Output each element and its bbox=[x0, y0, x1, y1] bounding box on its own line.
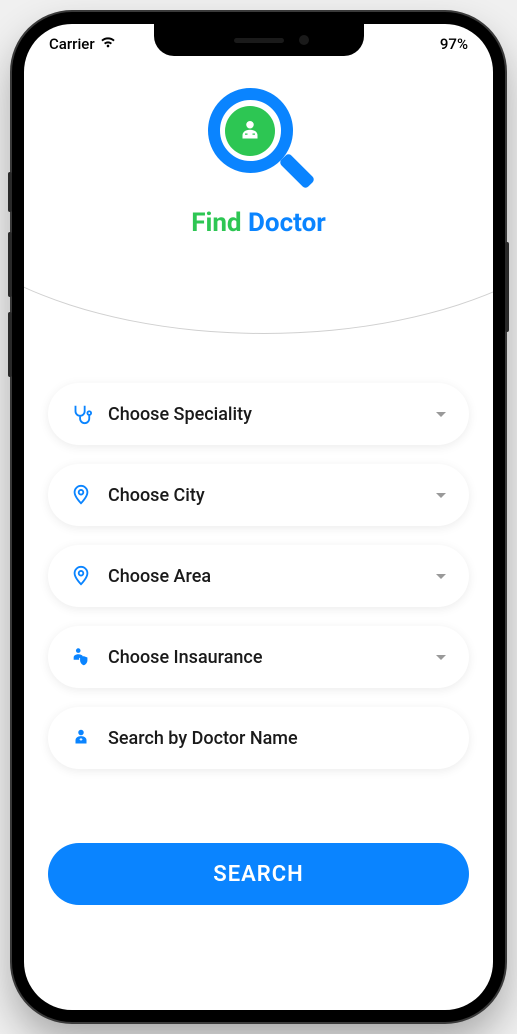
insurance-shield-icon bbox=[70, 646, 92, 668]
doctor-person-icon bbox=[70, 727, 92, 749]
battery-label: 97% bbox=[440, 35, 468, 53]
wifi-icon bbox=[100, 34, 116, 54]
search-form: Choose Speciality Choose City bbox=[48, 383, 469, 905]
chevron-down-icon bbox=[435, 648, 447, 667]
speciality-label: Choose Speciality bbox=[108, 404, 435, 425]
logo-word-doctor: Doctor bbox=[248, 208, 326, 238]
area-label: Choose Area bbox=[108, 566, 435, 587]
phone-side-button bbox=[8, 232, 12, 297]
doctor-name-label: Search by Doctor Name bbox=[108, 728, 447, 749]
chevron-down-icon bbox=[435, 567, 447, 586]
chevron-down-icon bbox=[435, 486, 447, 505]
location-pin-icon bbox=[70, 565, 92, 587]
search-button[interactable]: SEARCH bbox=[48, 843, 469, 905]
chevron-down-icon bbox=[435, 405, 447, 424]
phone-side-button bbox=[505, 242, 509, 332]
logo-section: Find Doctor bbox=[48, 86, 469, 238]
carrier-label: Carrier bbox=[49, 35, 95, 53]
stethoscope-icon bbox=[70, 403, 92, 425]
location-pin-icon bbox=[70, 484, 92, 506]
phone-side-button bbox=[8, 172, 12, 212]
logo-word-find: Find bbox=[191, 208, 241, 238]
area-dropdown[interactable]: Choose Area bbox=[48, 545, 469, 607]
search-doctor-logo-icon bbox=[204, 86, 314, 196]
notch bbox=[154, 24, 364, 56]
city-dropdown[interactable]: Choose City bbox=[48, 464, 469, 526]
doctor-name-input[interactable]: Search by Doctor Name bbox=[48, 707, 469, 769]
insurance-dropdown[interactable]: Choose Insaurance bbox=[48, 626, 469, 688]
phone-frame: Carrier 97% Find bbox=[12, 12, 505, 1022]
phone-side-button bbox=[8, 312, 12, 377]
logo-text: Find Doctor bbox=[48, 208, 469, 238]
screen: Carrier 97% Find bbox=[24, 24, 493, 1010]
city-label: Choose City bbox=[108, 485, 435, 506]
speciality-dropdown[interactable]: Choose Speciality bbox=[48, 383, 469, 445]
insurance-label: Choose Insaurance bbox=[108, 647, 435, 668]
